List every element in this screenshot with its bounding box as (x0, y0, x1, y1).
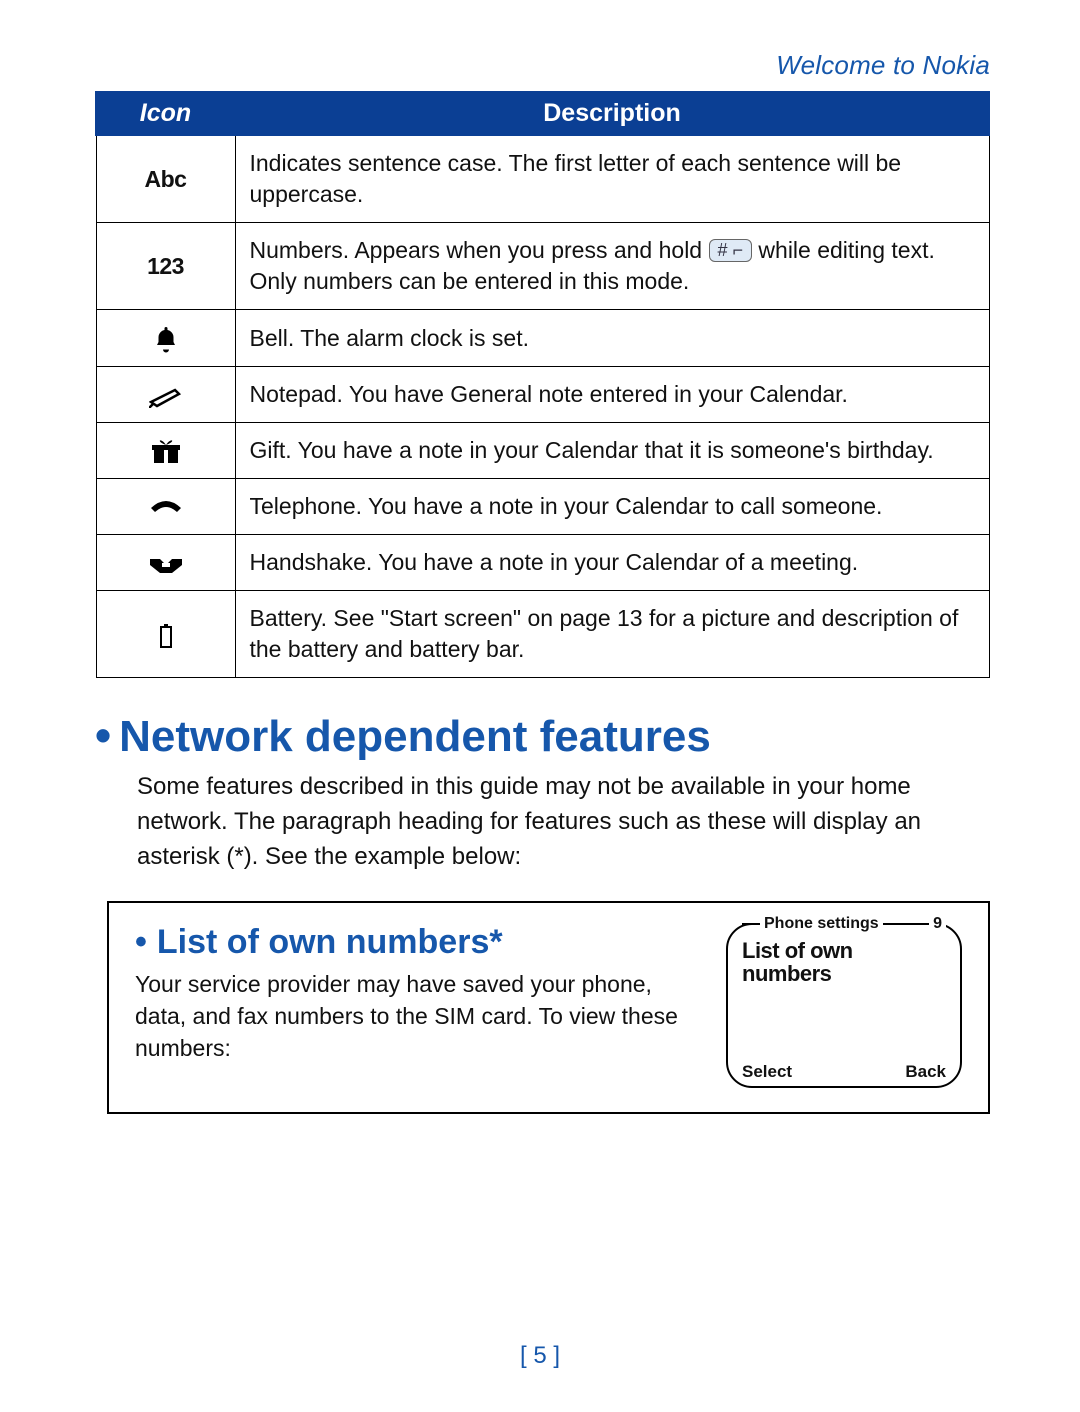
example-title-text: List of own numbers* (157, 923, 503, 961)
cell-description: Indicates sentence case. The first lette… (235, 135, 989, 223)
123-icon: 123 (147, 253, 184, 279)
section-body: Some features described in this guide ma… (137, 770, 990, 874)
cell-description: Handshake. You have a note in your Calen… (235, 535, 989, 591)
text-fragment: Numbers. Appears when you press and hold (250, 237, 709, 263)
table-row: Telephone. You have a note in your Calen… (96, 479, 989, 535)
example-body: Your service provider may have saved you… (135, 968, 702, 1065)
cell-description: Bell. The alarm clock is set. (235, 310, 989, 367)
telephone-icon (96, 479, 235, 535)
bullet-icon: • (135, 923, 147, 961)
table-row: Handshake. You have a note in your Calen… (96, 535, 989, 591)
table-row: Gift. You have a note in your Calendar t… (96, 423, 989, 479)
abc-icon: Abc (145, 166, 187, 192)
table-row: 123 Numbers. Appears when you press and … (96, 223, 989, 310)
section-title-text: Network dependent features (119, 712, 711, 761)
example-heading: • List of own numbers* (135, 923, 702, 962)
table-row: Battery. See "Start screen" on page 13 f… (96, 591, 989, 678)
handshake-icon (96, 535, 235, 591)
phone-menu-index: 9 (929, 915, 946, 933)
phone-softkey-right: Back (905, 1062, 946, 1082)
phone-softkey-left: Select (742, 1062, 792, 1082)
page-number: [ 5 ] (0, 1342, 1080, 1370)
table-row: Abc Indicates sentence case. The first l… (96, 135, 989, 223)
col-header-description: Description (235, 92, 989, 135)
battery-icon (96, 591, 235, 678)
section-heading-network: •Network dependent features (95, 708, 990, 762)
bell-icon (96, 310, 235, 367)
notepad-icon (96, 367, 235, 423)
cell-description: Notepad. You have General note entered i… (235, 367, 989, 423)
cell-description: Gift. You have a note in your Calendar t… (235, 423, 989, 479)
example-box: • List of own numbers* Your service provi… (107, 901, 990, 1114)
col-header-icon: Icon (96, 92, 235, 135)
cell-description: Battery. See "Start screen" on page 13 f… (235, 591, 989, 678)
bullet-icon: • (95, 709, 111, 761)
gift-icon (96, 423, 235, 479)
hash-key-icon: # ⌐ (709, 239, 753, 262)
table-row: Bell. The alarm clock is set. (96, 310, 989, 367)
page-header: Welcome to Nokia (95, 50, 990, 81)
cell-description: Telephone. You have a note in your Calen… (235, 479, 989, 535)
icon-description-table: Icon Description Abc Indicates sentence … (95, 91, 990, 678)
cell-description: Numbers. Appears when you press and hold… (235, 223, 989, 310)
table-row: Notepad. You have General note entered i… (96, 367, 989, 423)
phone-menu-title: Phone settings (760, 915, 883, 933)
phone-screen-mockup: Phone settings 9 List of own numbers Sel… (726, 923, 962, 1088)
phone-menu-item: List of own numbers (742, 939, 946, 985)
